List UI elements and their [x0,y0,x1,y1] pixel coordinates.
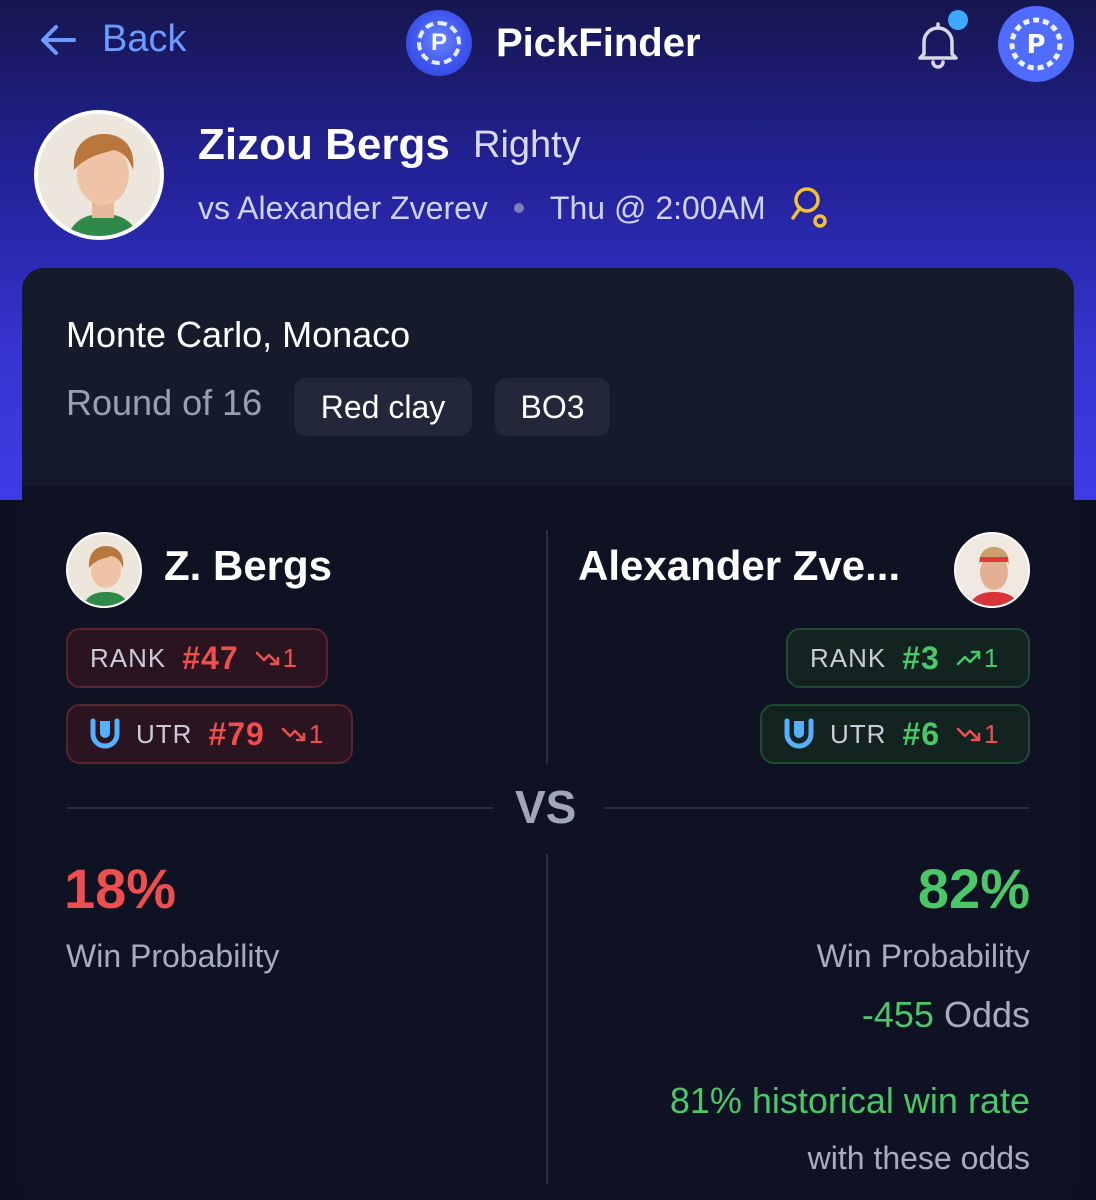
left-win-probability: 18% [64,857,177,920]
match-info-section: Monte Carlo, Monaco Round of 16 Red clay… [22,268,1074,486]
vs-divider-right [604,807,1030,809]
svg-text:P: P [1026,30,1045,60]
arrow-left-icon [41,24,76,55]
right-utr-badge: UTR #6 1 [760,704,1030,764]
format-tag: BO3 [495,378,610,436]
odds-value: -455 [861,994,934,1035]
brand: P PickFinder [406,10,701,76]
utr-value: #6 [902,715,941,752]
rank-label: RANK [810,642,887,673]
trend-down-icon [956,727,981,742]
right-player-name: Alexander Zve... [578,542,901,589]
right-win-probability: 82% [917,857,1030,920]
right-player-avatar [954,532,1030,608]
vs-label: VS [515,781,577,833]
left-win-label: Win Probability [66,938,280,974]
rank-value: #3 [902,639,940,676]
utr-trend: 1 [956,719,999,750]
utr-trend-value: 1 [984,718,1000,749]
player-name: Zizou Bergs [198,120,450,169]
rank-trend-value: 1 [282,642,299,673]
utr-label: UTR [830,718,887,749]
match-time: Thu @ 2:00AM [549,189,766,226]
trend-down-icon [255,651,279,666]
utr-trend-value: 1 [308,718,325,749]
opponent-label: vs Alexander Zverev [198,189,488,226]
player-handedness: Righty [473,124,581,166]
vs-divider-left [66,807,494,809]
trend-down-icon [281,727,306,742]
utr-icon [784,718,814,749]
app-title: PickFinder [496,20,701,65]
rank-label: RANK [90,642,167,673]
utr-label: UTR [136,718,193,749]
tennis-racket-icon [790,187,827,228]
divider-vertical [546,530,548,764]
utr-icon [90,718,120,749]
match-card: Monte Carlo, Monaco Round of 16 Red clay… [22,268,1074,1200]
player-avatar [34,110,164,240]
rank-trend: 1 [255,643,298,674]
left-rank-badge: RANK #47 1 [66,628,328,688]
left-utr-badge: UTR #79 1 [66,704,353,764]
divider-vertical [546,854,548,1184]
rank-trend: 1 [956,643,999,674]
profile-avatar-button[interactable]: P [998,6,1074,82]
top-bar: Back P PickFinder P [0,0,1096,90]
right-rank-badge: RANK #3 1 [786,628,1030,688]
round: Round of 16 [66,382,263,423]
utr-value: #79 [208,715,265,752]
odds-label: Odds [943,994,1030,1035]
left-player-avatar [66,532,142,608]
separator-dot [513,203,524,213]
historical-win-rate: 81% historical win rate [669,1080,1030,1121]
trend-up-icon [956,650,981,666]
match-subtitle: vs Alexander Zverev Thu @ 2:00AM [198,186,830,230]
utr-trend: 1 [281,719,324,750]
surface-tag: Red clay [294,378,472,436]
back-button[interactable]: Back [38,18,186,61]
back-label: Back [102,18,187,60]
notification-dot [948,10,968,30]
venue: Monte Carlo, Monaco [66,314,411,355]
right-odds: -455 Odds [722,994,1030,1036]
app-logo: P [406,10,472,76]
left-player-name: Z. Bergs [164,542,333,589]
historical-win-rate-caption: with these odds [807,1140,1030,1176]
rank-value: #47 [182,639,239,676]
logo-letter: P [430,29,447,56]
right-win-label: Win Probability [816,938,1030,974]
rank-trend-value: 1 [983,642,1000,673]
